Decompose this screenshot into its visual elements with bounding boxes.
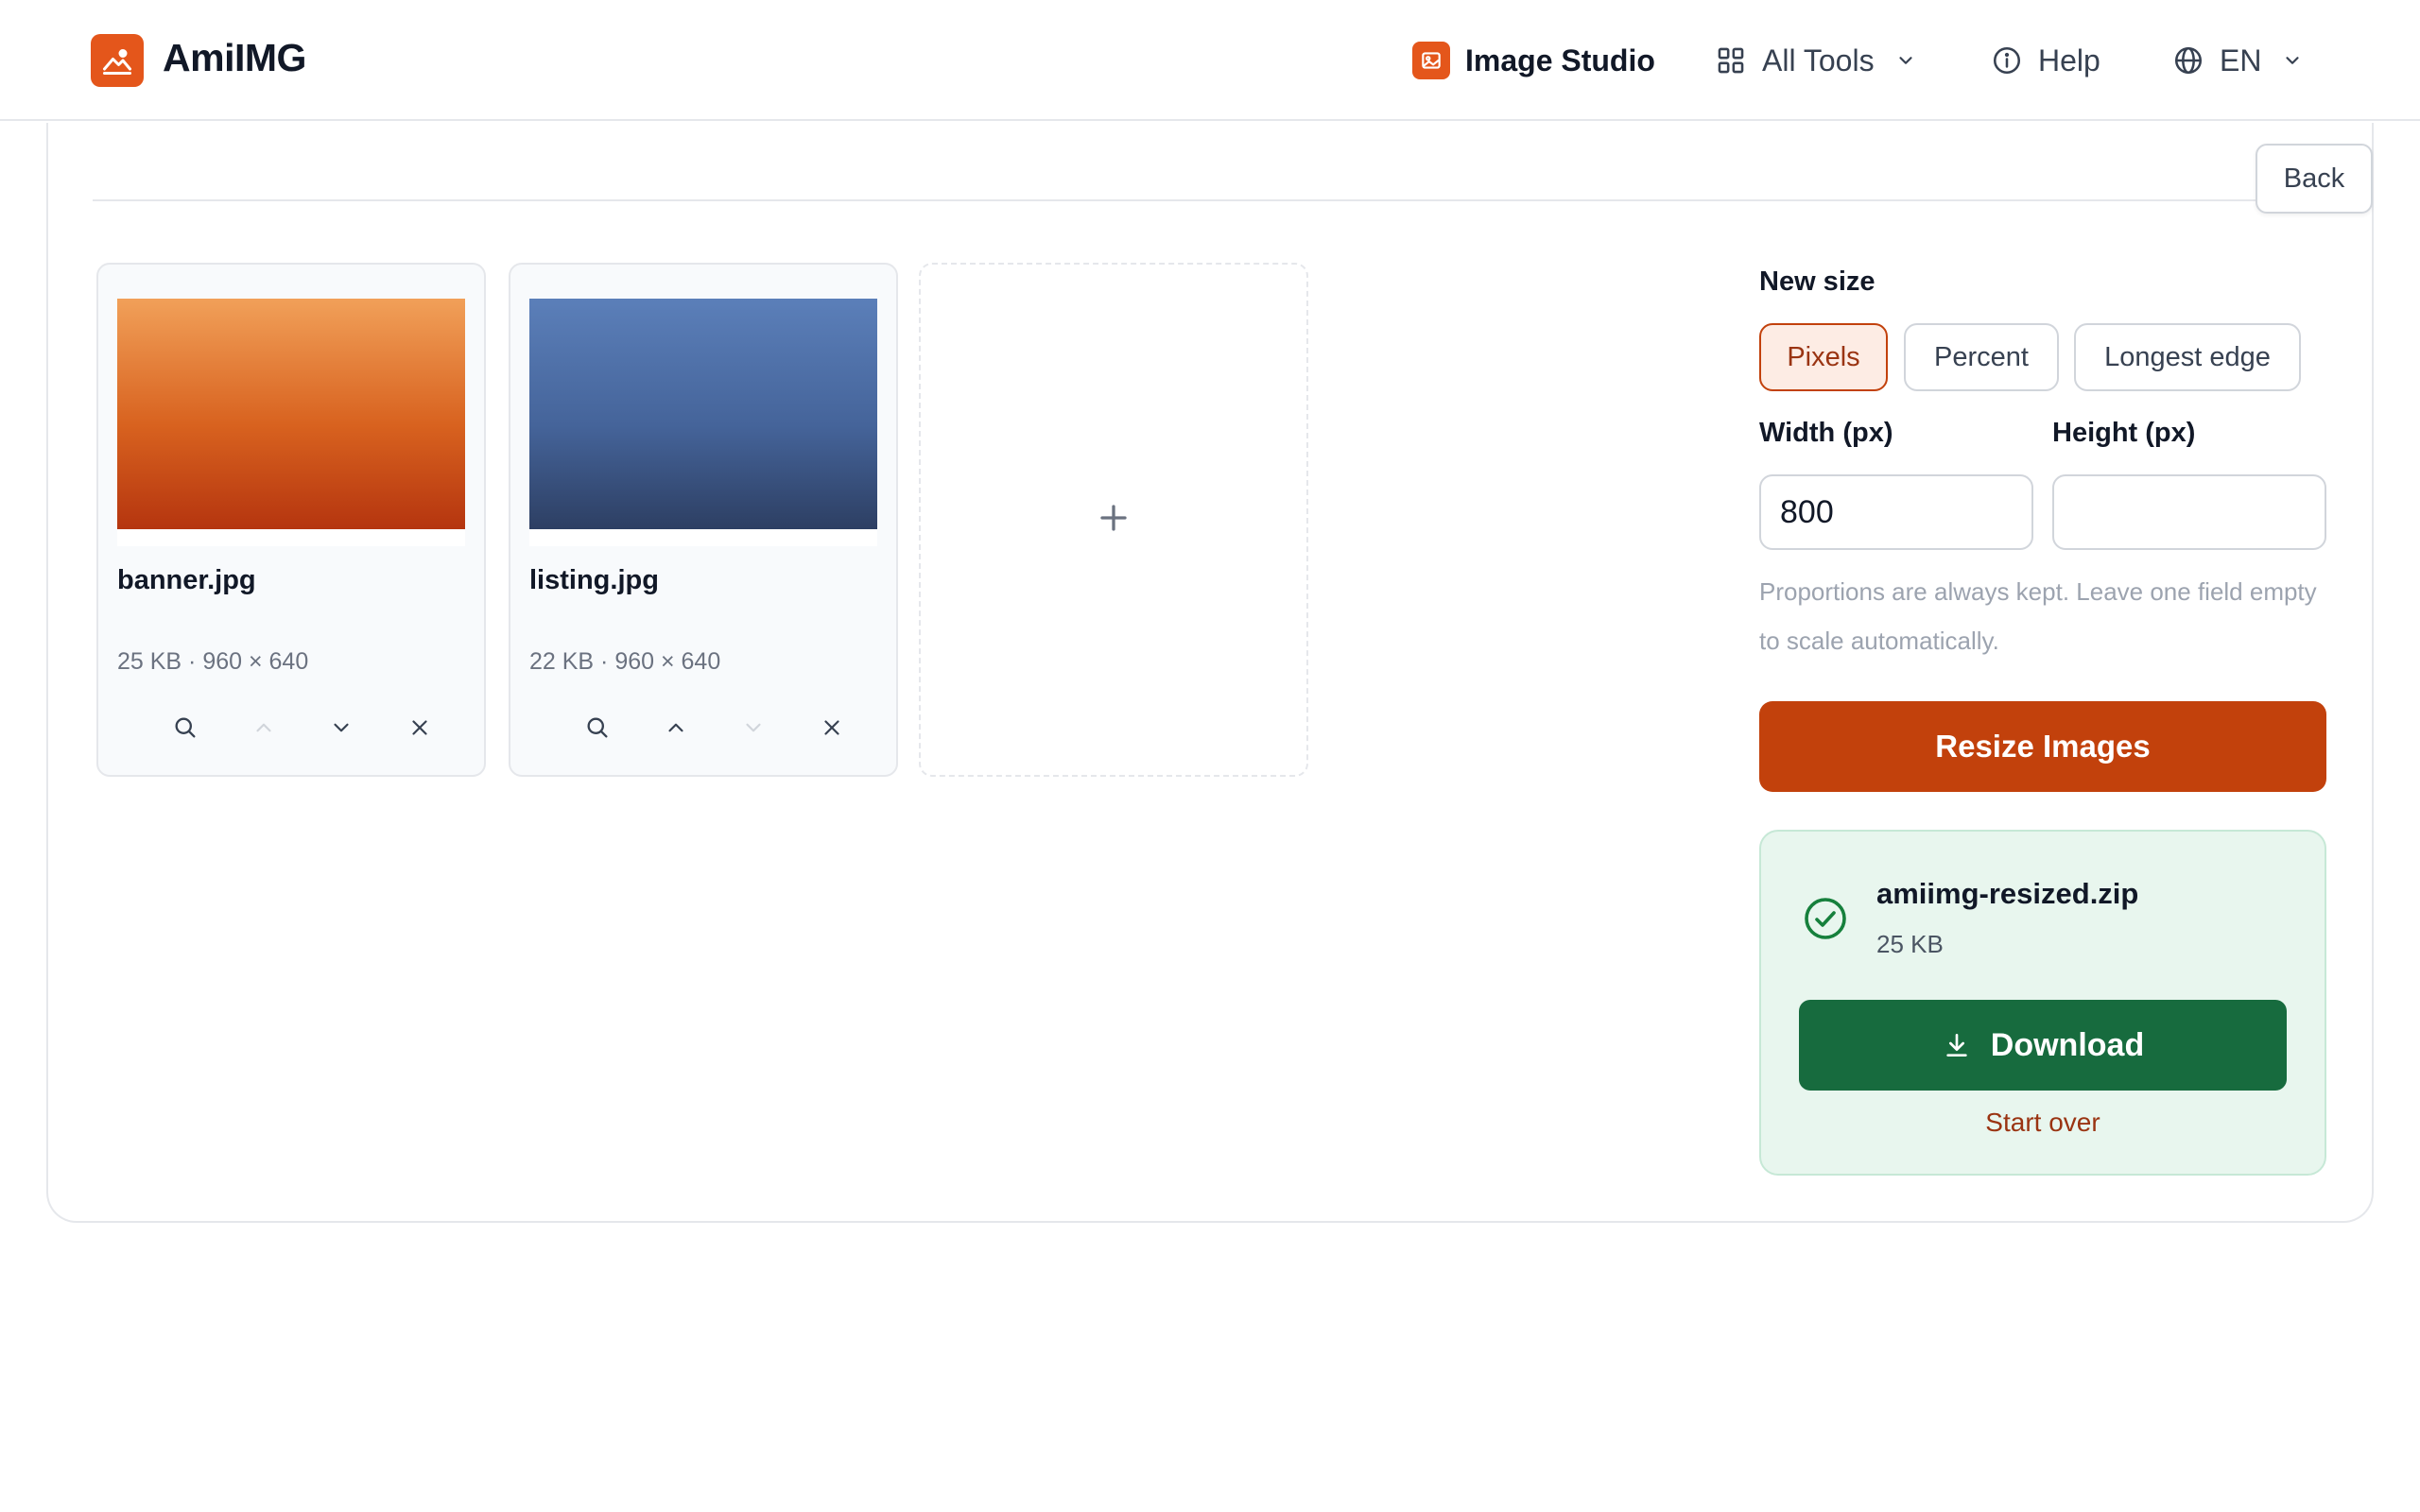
plus-icon: [1097, 501, 1131, 540]
nav-help[interactable]: Help: [1991, 38, 2100, 83]
chevron-down-icon: [2282, 50, 2303, 71]
info-icon: [1991, 44, 2023, 77]
result-file-name: amiimg-resized.zip: [1876, 877, 2139, 910]
chevron-down-icon: [1895, 50, 1916, 71]
remove-icon[interactable]: [813, 709, 851, 747]
logo-icon[interactable]: [91, 34, 144, 87]
mode-longest-edge-button[interactable]: Longest edge: [2074, 323, 2301, 391]
thumbnail-frame: [529, 299, 877, 546]
remove-icon[interactable]: [401, 709, 439, 747]
width-input[interactable]: [1759, 474, 2033, 550]
start-over-link[interactable]: Start over: [1761, 1108, 2325, 1138]
proportions-hint: Proportions are always kept. Leave one f…: [1759, 577, 2317, 655]
card-actions: [579, 709, 851, 747]
file-meta: 25 KB · 960 × 640: [117, 648, 309, 675]
image-card: listing.jpg 22 KB · 960 × 640: [509, 263, 898, 777]
check-circle-icon: [1803, 896, 1848, 941]
width-label: Width (px): [1759, 418, 1893, 448]
image-thumbnail[interactable]: [529, 299, 877, 529]
result-box: amiimg-resized.zip 25 KB Download Start …: [1759, 830, 2326, 1176]
move-up-icon[interactable]: [657, 709, 695, 747]
card-actions: [166, 709, 439, 747]
nav-image-studio-label: Image Studio: [1465, 43, 1655, 77]
language-selector[interactable]: EN: [2172, 38, 2303, 83]
language-label: EN: [2220, 43, 2262, 77]
top-header: AmiIMG Image Studio All Tools Help EN: [0, 0, 2420, 121]
zoom-icon[interactable]: [166, 709, 204, 747]
move-down-icon[interactable]: [735, 709, 772, 747]
download-button[interactable]: Download: [1799, 1000, 2287, 1091]
add-image-button[interactable]: [919, 263, 1308, 777]
move-up-icon[interactable]: [245, 709, 283, 747]
zoom-icon[interactable]: [579, 709, 616, 747]
image-card: banner.jpg 25 KB · 960 × 640: [96, 263, 486, 777]
mode-percent-button[interactable]: Percent: [1904, 323, 2059, 391]
height-label: Height (px): [2052, 418, 2196, 448]
move-down-icon[interactable]: [322, 709, 360, 747]
new-size-label: New size: [1759, 266, 1876, 297]
nav-all-tools[interactable]: All Tools: [1715, 38, 1916, 83]
file-meta: 22 KB · 960 × 640: [529, 648, 721, 675]
download-label: Download: [1990, 1026, 2145, 1063]
panel-divider: [93, 199, 2257, 201]
mode-pixels-button[interactable]: Pixels: [1759, 323, 1888, 391]
nav-help-label: Help: [2038, 43, 2100, 77]
result-file-size: 25 KB: [1876, 930, 1944, 958]
image-thumbnail[interactable]: [117, 299, 465, 529]
file-name: listing.jpg: [529, 565, 659, 595]
file-name: banner.jpg: [117, 565, 256, 595]
download-icon: [1942, 1030, 1972, 1060]
back-button[interactable]: Back: [2256, 144, 2373, 214]
thumbnail-frame: [117, 299, 465, 546]
resize-images-button[interactable]: Resize Images: [1759, 701, 2326, 792]
image-icon: [1412, 42, 1450, 79]
brand-name[interactable]: AmiIMG: [163, 36, 306, 80]
height-input[interactable]: [2052, 474, 2326, 550]
nav-image-studio[interactable]: Image Studio: [1412, 38, 1655, 83]
globe-icon: [2172, 44, 2204, 77]
nav-all-tools-label: All Tools: [1762, 43, 1875, 77]
grid-icon: [1715, 44, 1747, 77]
